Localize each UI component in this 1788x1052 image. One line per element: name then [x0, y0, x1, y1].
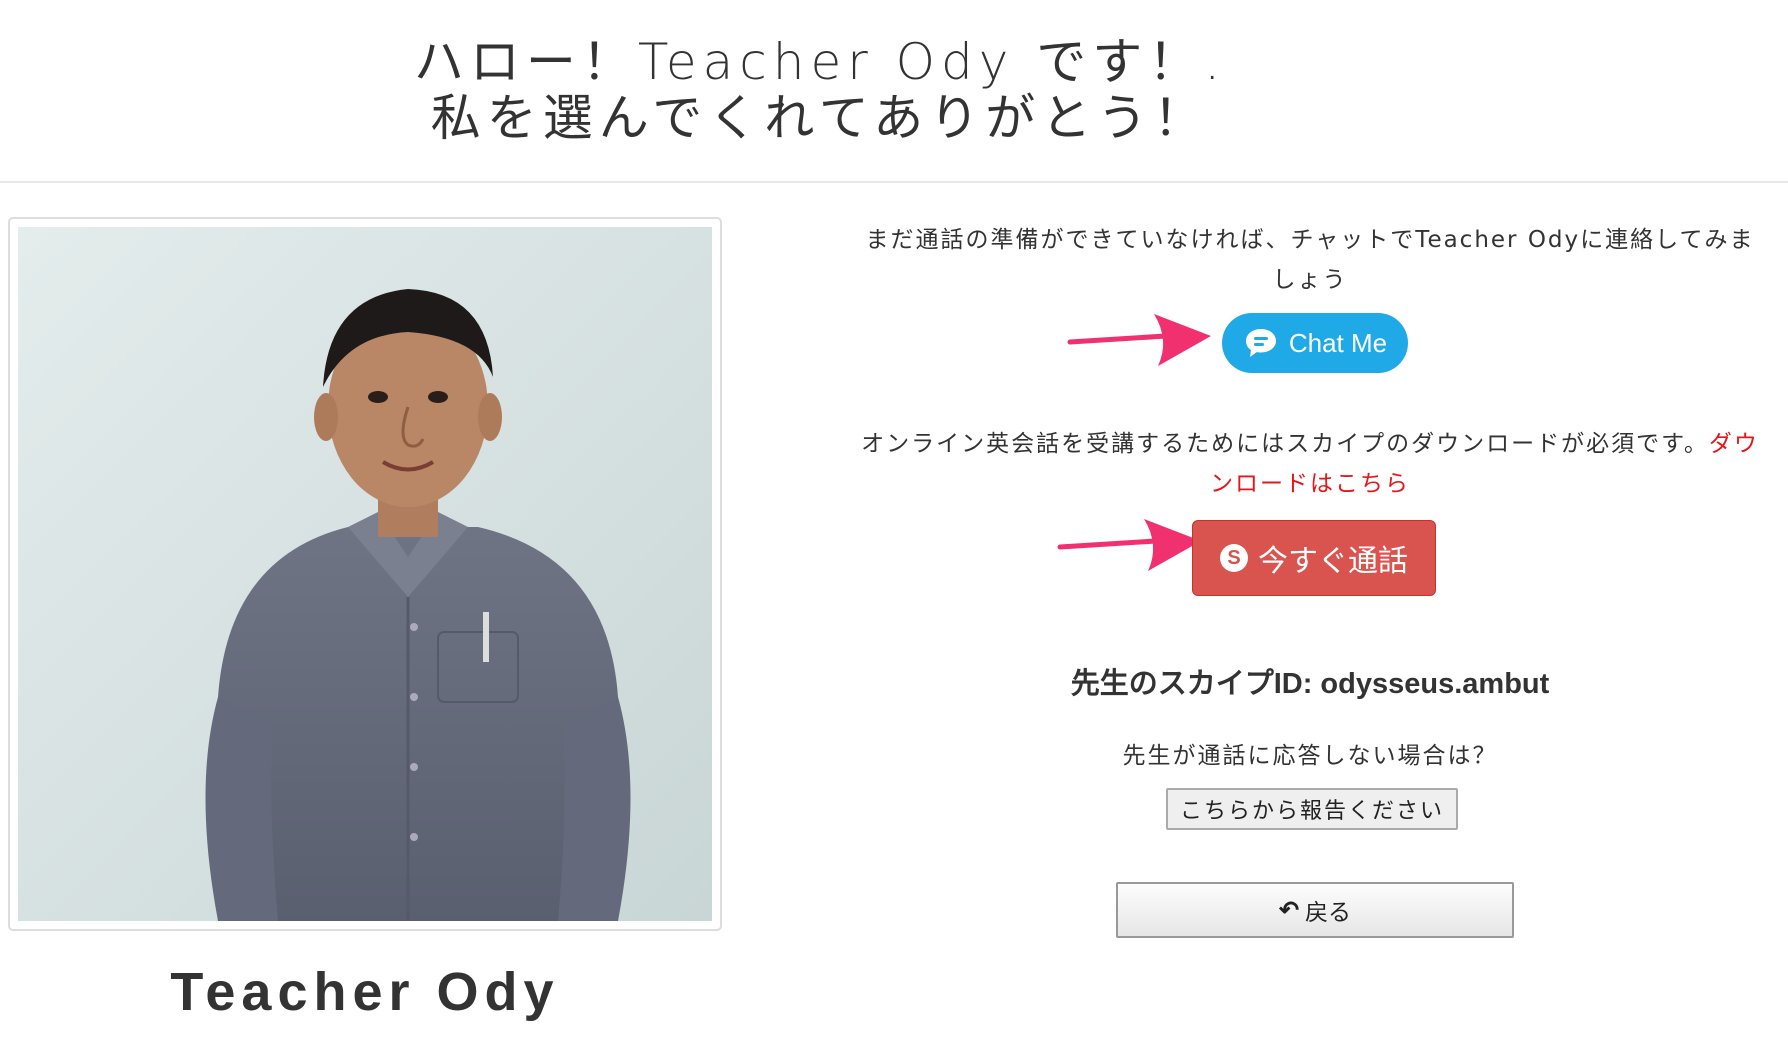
page-header: ハロー！Teacher Ody です！. 私を選んでくれてありがとう！: [0, 0, 1788, 183]
teacher-photo-frame: [8, 217, 722, 931]
chat-me-label: Chat Me: [1288, 327, 1388, 358]
call-now-label: 今すぐ通話: [1258, 545, 1408, 578]
page: ハロー！Teacher Ody です！. 私を選んでくれてありがとう！ Teac…: [0, 0, 1788, 1052]
chat-instruction-text: まだ通話の準備ができていなければ、チャットでTeacher Odyに連絡してみま…: [865, 227, 1755, 293]
teacher-portrait-image: [18, 227, 712, 921]
arrow-icon: [1067, 314, 1211, 366]
skype-instruction-text: オンライン英会話を受講するためにはスカイプのダウンロードが必須です。ダウンロード…: [860, 424, 1760, 504]
back-button[interactable]: ↶ 戻る: [1116, 882, 1514, 938]
skype-id-text: 先生のスカイプID: odysseus.ambut: [1070, 668, 1550, 700]
back-label: 戻る: [1305, 899, 1352, 925]
call-now-button[interactable]: S 今すぐ通話: [1192, 520, 1436, 596]
skype-icon: S: [1220, 544, 1248, 572]
chat-me-button[interactable]: Chat Me: [1222, 313, 1408, 373]
reply-arrow-icon: ↶: [1278, 896, 1300, 924]
page-title-line2: 私を選んでくれてありがとう！: [430, 89, 1210, 147]
no-answer-question: 先生が通話に応答しない場合は？: [1122, 743, 1498, 769]
teacher-photo: [18, 227, 712, 921]
chat-bubble-icon: [1245, 329, 1276, 357]
skype-requirement-text: オンライン英会話を受講するためにはスカイプのダウンロードが必須です。: [861, 431, 1709, 457]
arrow-icon: [1057, 519, 1201, 571]
report-button[interactable]: こちらから報告ください: [1166, 788, 1458, 830]
teacher-name: Teacher Ody: [170, 962, 560, 1022]
page-title-line1: ハロー！Teacher Ody です！.: [413, 33, 1227, 91]
